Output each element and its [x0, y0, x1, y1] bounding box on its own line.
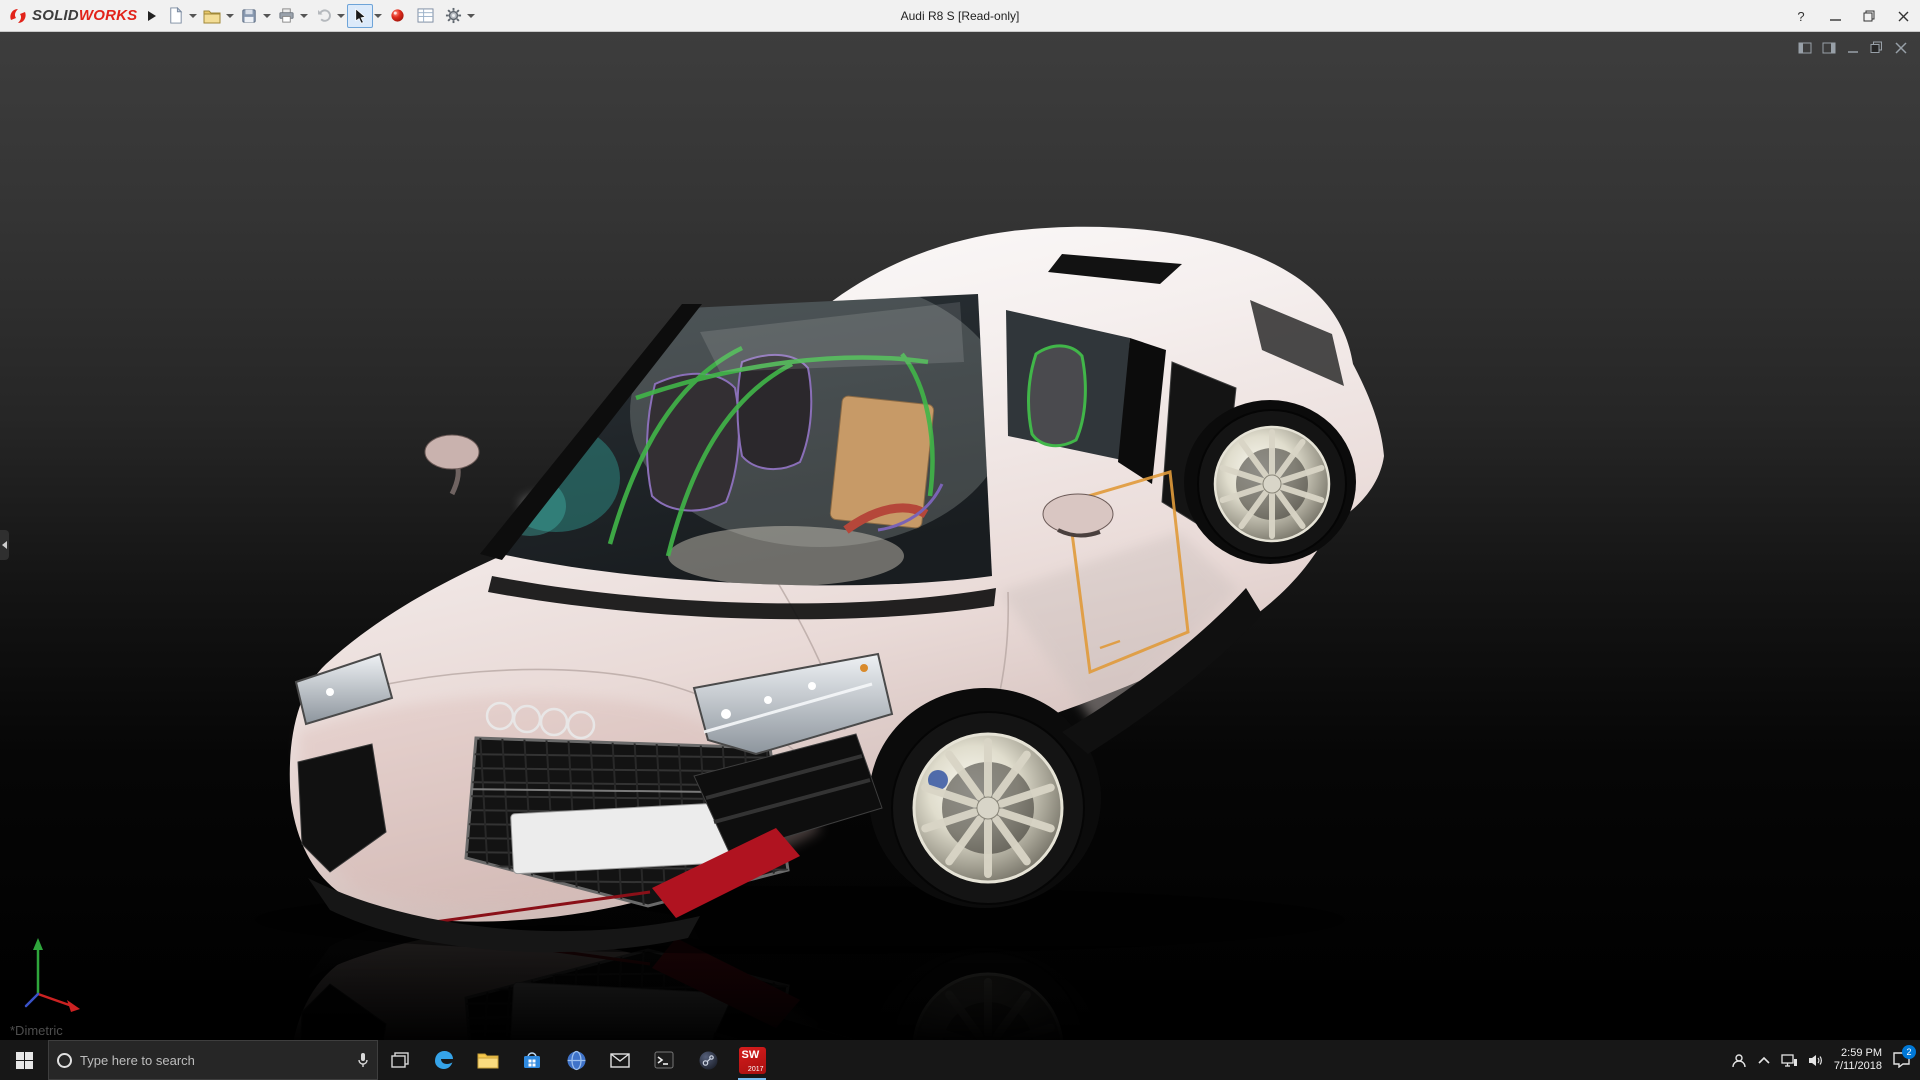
file-explorer-button[interactable]	[466, 1040, 510, 1080]
print-button[interactable]	[273, 4, 299, 28]
volume-icon[interactable]	[1808, 1054, 1823, 1067]
restore-icon	[1863, 10, 1875, 22]
gear-icon	[445, 7, 462, 24]
people-icon[interactable]	[1731, 1053, 1747, 1068]
undo-icon	[315, 7, 332, 24]
print-icon	[278, 7, 295, 24]
help-button[interactable]: ?	[1784, 0, 1818, 32]
minimize-icon	[1830, 11, 1841, 22]
task-view-button[interactable]	[378, 1040, 422, 1080]
toolbar-group-select	[347, 4, 382, 28]
store-button[interactable]	[510, 1040, 554, 1080]
titlebar: SOLIDWORKS	[0, 0, 1920, 32]
minimize-button[interactable]	[1818, 0, 1852, 32]
window-controls: ?	[1784, 0, 1920, 32]
task-view-icon	[391, 1052, 409, 1068]
terminal-icon	[654, 1051, 674, 1069]
solidworks-taskbar-button[interactable]: SW 2017	[730, 1040, 774, 1080]
action-center-button[interactable]: 2	[1893, 1052, 1910, 1068]
sphere-app-button[interactable]	[686, 1040, 730, 1080]
show-feature-pane-icon[interactable]	[1797, 40, 1812, 55]
open-folder-icon	[203, 8, 221, 24]
taskbar-clock[interactable]: 2:59 PM 7/11/2018	[1834, 1047, 1882, 1073]
toolbar-group-save	[236, 4, 271, 28]
options-caret[interactable]	[467, 14, 475, 18]
save-button[interactable]	[236, 4, 262, 28]
windows-logo-icon	[16, 1052, 33, 1069]
undo-caret[interactable]	[337, 14, 345, 18]
model-canvas[interactable]	[0, 32, 1920, 1040]
taskbar: SW 2017 2:59 PM 7/11/2018 2	[0, 1040, 1920, 1080]
close-icon	[1898, 11, 1909, 22]
edge-icon	[433, 1049, 455, 1071]
search-input[interactable]	[80, 1053, 349, 1068]
orientation-label: *Dimetric	[10, 1023, 63, 1038]
toolbar-group-appearances	[384, 4, 410, 28]
solidworks-app-icon: SW 2017	[739, 1047, 766, 1074]
appearance-sphere-icon	[390, 8, 405, 23]
toolbar-group-new	[162, 4, 197, 28]
toolbar-group-print	[273, 4, 308, 28]
appearances-button[interactable]	[384, 4, 410, 28]
drawing-sheet-button[interactable]	[412, 4, 438, 28]
clock-date: 7/11/2018	[1834, 1060, 1882, 1073]
show-display-pane-icon[interactable]	[1821, 40, 1836, 55]
solidworks-logo: SOLIDWORKS	[8, 6, 137, 26]
store-icon	[522, 1050, 542, 1070]
collapse-arrow-icon	[2, 541, 7, 549]
cortana-icon	[57, 1053, 72, 1068]
microphone-icon[interactable]	[357, 1052, 369, 1068]
window-title: Audi R8 S [Read-only]	[901, 0, 1020, 32]
select-caret[interactable]	[374, 14, 382, 18]
select-cursor-icon	[353, 8, 368, 24]
edge-button[interactable]	[422, 1040, 466, 1080]
panel-collapse-tab[interactable]	[0, 530, 9, 560]
restore-document-icon[interactable]	[1869, 40, 1884, 55]
undo-button[interactable]	[310, 4, 336, 28]
options-button[interactable]	[440, 4, 466, 28]
sphere-app-icon	[698, 1050, 719, 1071]
mail-button[interactable]	[598, 1040, 642, 1080]
new-document-icon	[167, 7, 184, 24]
restore-button[interactable]	[1852, 0, 1886, 32]
toolbar-group-open	[199, 4, 234, 28]
dassault-logo-icon	[8, 6, 28, 26]
brand-text: SOLIDWORKS	[32, 7, 137, 24]
orientation-triad[interactable]	[14, 930, 98, 1018]
file-explorer-icon	[477, 1051, 499, 1069]
car-model	[290, 227, 1384, 952]
select-tool-button[interactable]	[347, 4, 373, 28]
close-button[interactable]	[1886, 0, 1920, 32]
network-icon[interactable]	[1781, 1054, 1797, 1067]
close-document-icon[interactable]	[1893, 40, 1908, 55]
3d-viewport[interactable]: *Dimetric	[0, 32, 1920, 1040]
open-caret[interactable]	[226, 14, 234, 18]
toolbar-group-sheet	[412, 4, 438, 28]
save-caret[interactable]	[263, 14, 271, 18]
taskbar-search[interactable]	[48, 1040, 378, 1080]
globe-app-button[interactable]	[554, 1040, 598, 1080]
save-floppy-icon	[241, 8, 257, 24]
menu-flyout-button[interactable]	[143, 5, 161, 27]
globe-icon	[566, 1050, 587, 1071]
toolbar-group-undo	[310, 4, 345, 28]
tray-overflow-chevron-icon[interactable]	[1758, 1056, 1770, 1064]
notification-badge: 2	[1902, 1045, 1916, 1059]
document-window-controls	[1797, 40, 1908, 55]
print-caret[interactable]	[300, 14, 308, 18]
new-document-button[interactable]	[162, 4, 188, 28]
mail-icon	[610, 1053, 630, 1068]
clock-time: 2:59 PM	[1834, 1047, 1882, 1060]
flyout-arrow-icon	[147, 10, 157, 22]
new-document-caret[interactable]	[189, 14, 197, 18]
open-button[interactable]	[199, 4, 225, 28]
start-button[interactable]	[0, 1040, 48, 1080]
system-tray: 2:59 PM 7/11/2018 2	[1731, 1040, 1920, 1080]
toolbar-group-options	[440, 4, 475, 28]
minimize-document-icon[interactable]	[1845, 40, 1860, 55]
command-prompt-button[interactable]	[642, 1040, 686, 1080]
sheet-icon	[417, 8, 434, 23]
